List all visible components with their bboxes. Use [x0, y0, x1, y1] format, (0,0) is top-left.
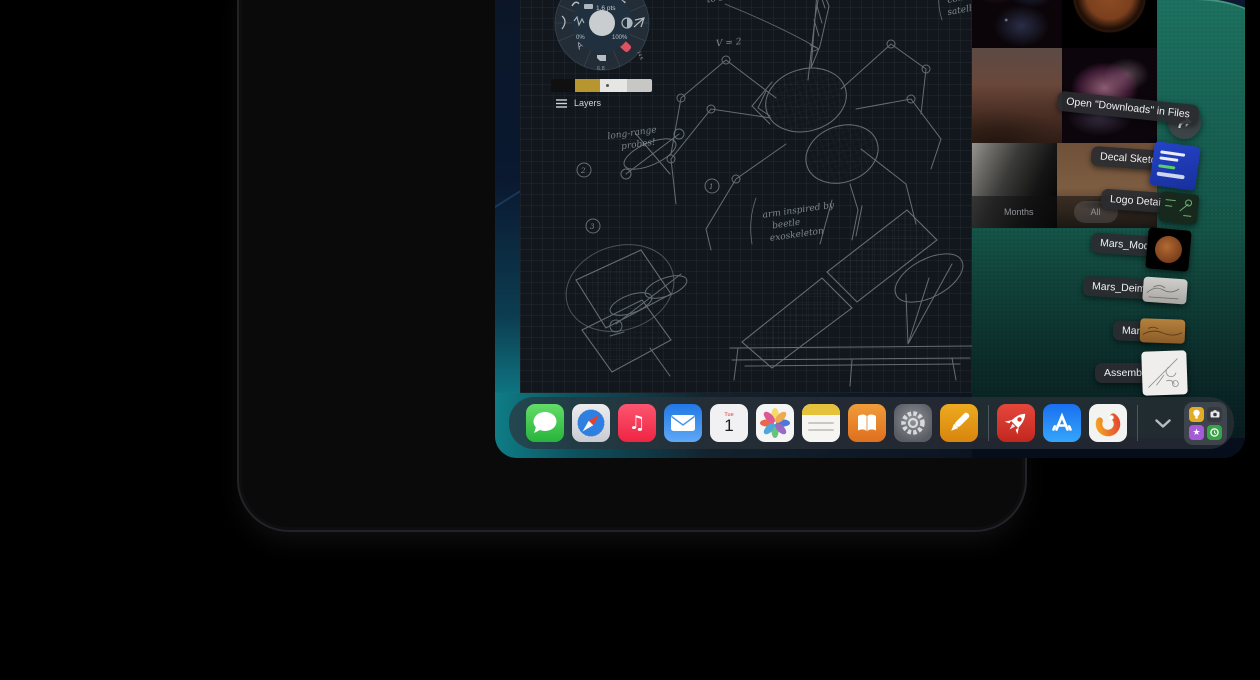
wallpaper-left-strip: [495, 0, 522, 458]
photos-app-icon[interactable]: [756, 404, 794, 442]
annotation-version: V = 2: [716, 37, 743, 49]
color-puck[interactable]: [589, 10, 615, 36]
swatch-black[interactable]: [551, 79, 575, 92]
mail-app-icon[interactable]: [664, 404, 702, 442]
color-strip[interactable]: [551, 79, 652, 92]
annotation-marker-1: 1: [709, 183, 713, 191]
books-app-icon[interactable]: [848, 404, 886, 442]
calendar-day: 1: [724, 417, 733, 434]
panel-dim-overlay: [972, 0, 1245, 458]
safari-app-icon[interactable]: [572, 404, 610, 442]
dock-divider: [1137, 405, 1138, 441]
swatch-white[interactable]: [600, 79, 627, 92]
color-app-icon[interactable]: [1089, 404, 1127, 442]
rocket-app-icon[interactable]: [997, 404, 1035, 442]
annotation-marker-3: 3: [590, 223, 595, 231]
size-label-lower-right: 14.5: [636, 50, 644, 60]
ipad-screen: connect to solar comms satellite V = 2 l…: [495, 0, 1245, 458]
mini-lightbulb-icon: [1189, 407, 1204, 422]
swatch-gray[interactable]: [627, 79, 652, 92]
drag-thumb-mars[interactable]: [1140, 318, 1186, 344]
photos-panel: Months All: [972, 0, 1245, 458]
ipad-device: connect to solar comms satellite V = 2 l…: [237, 0, 1027, 532]
notes-app-icon[interactable]: [802, 404, 840, 442]
dock-divider: [988, 405, 989, 441]
drag-thumb-mars-model[interactable]: [1145, 227, 1191, 272]
sketch-pen-app-icon[interactable]: [940, 404, 978, 442]
app-library-icon[interactable]: ★: [1184, 402, 1227, 445]
dock: ♫ Tue 1: [509, 397, 1234, 449]
drag-thumb-decal[interactable]: [1149, 141, 1201, 191]
swatch-gold[interactable]: [575, 79, 600, 92]
tool-wheel[interactable]: 1.6 A 7.3: [554, 0, 650, 72]
settings-app-icon[interactable]: [894, 404, 932, 442]
music-app-icon[interactable]: ♫: [618, 404, 656, 442]
stroke-rows-icon: [584, 4, 593, 9]
opacity-max-label: 100%: [612, 35, 628, 41]
layers-menu-icon: [556, 99, 567, 108]
calendar-app-icon[interactable]: Tue 1: [710, 404, 748, 442]
size-label-bottom: 6.8: [597, 66, 605, 72]
layers-panel-header[interactable]: Layers: [556, 98, 601, 108]
mini-clock-icon: [1207, 425, 1222, 440]
dock-collapse-button[interactable]: [1148, 404, 1178, 442]
drag-thumb-assembly[interactable]: [1141, 350, 1188, 396]
chevron-down-icon: [1155, 419, 1171, 428]
layers-label: Layers: [574, 98, 601, 108]
opacity-min-label: 0%: [576, 35, 585, 41]
swatch-selector-dot: [606, 84, 609, 87]
annotation-connect-2: to solar: [706, 0, 742, 5]
mini-camera-icon: [1207, 407, 1222, 422]
concepts-canvas[interactable]: connect to solar comms satellite V = 2 l…: [520, 0, 972, 393]
mini-star-icon: ★: [1189, 425, 1204, 440]
app-store-app-icon[interactable]: [1043, 404, 1081, 442]
annotation-probes-2: probes!: [621, 137, 657, 152]
drag-thumb-logo[interactable]: [1159, 191, 1200, 225]
annotation-marker-2: 2: [580, 167, 586, 175]
drag-thumb-mars-deimos[interactable]: [1142, 276, 1188, 304]
messages-app-icon[interactable]: [526, 404, 564, 442]
